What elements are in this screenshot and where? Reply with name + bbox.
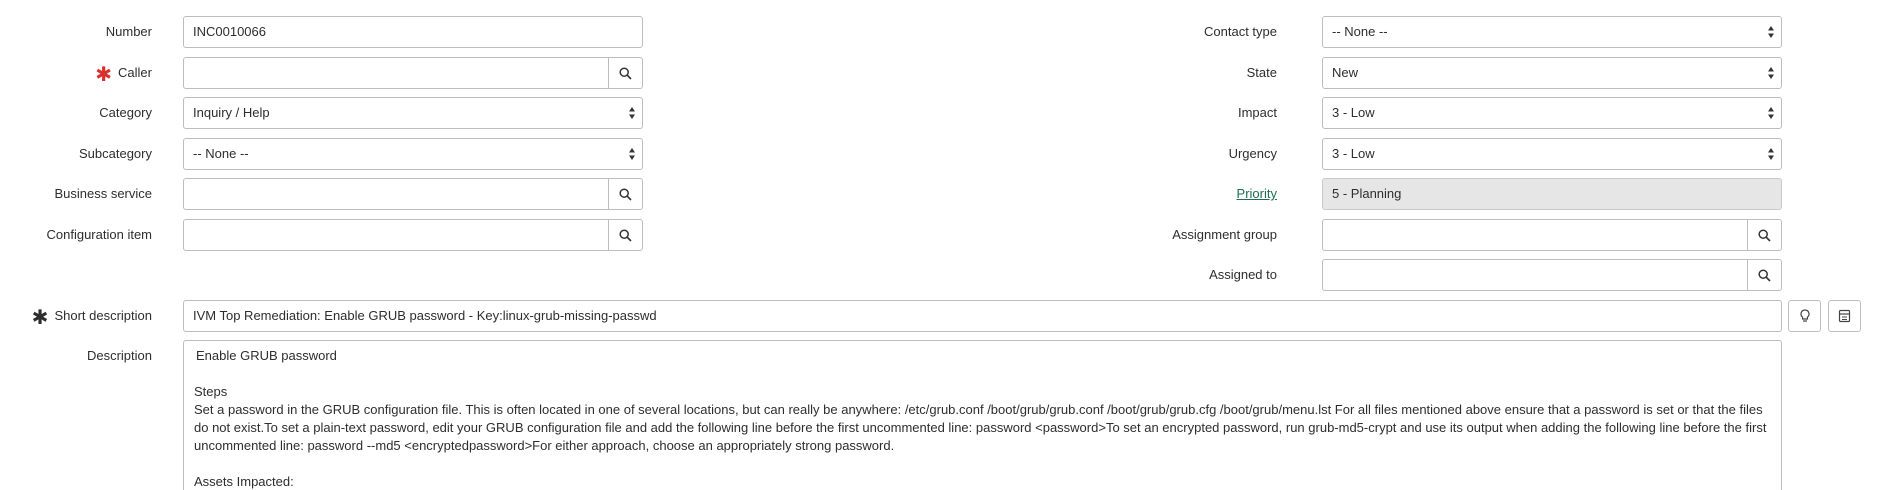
- search-icon: [1758, 268, 1771, 282]
- urgency-select[interactable]: 3 - Low: [1322, 138, 1782, 170]
- description-line: Assets Impacted:: [194, 474, 294, 489]
- lightbulb-icon: [1799, 309, 1810, 322]
- number-label: Number: [105, 24, 152, 39]
- business-service-lookup-button[interactable]: [608, 179, 642, 209]
- description-line: Set a password in the GRUB configuration…: [194, 402, 1767, 453]
- caller-label: ✱ Caller: [95, 64, 152, 86]
- state-label: State: [1246, 65, 1277, 80]
- assignment-group-lookup-button[interactable]: [1747, 220, 1781, 250]
- description-line: Steps: [194, 384, 228, 399]
- short-description-label: ✱ Short description: [31, 307, 152, 329]
- select-arrows-icon: [1768, 148, 1774, 160]
- contact-type-select[interactable]: -- None --: [1322, 16, 1782, 48]
- caller-lookup-button[interactable]: [608, 58, 642, 88]
- description-textarea[interactable]: Enable GRUB password Steps Set a passwor…: [183, 340, 1782, 490]
- number-value: INC0010066: [193, 24, 266, 39]
- priority-field: 5 - Planning: [1322, 178, 1782, 210]
- priority-label: Priority: [1100, 178, 1277, 210]
- business-service-label: Business service: [54, 186, 152, 201]
- asterisk-icon: ✱: [31, 307, 49, 329]
- subcategory-select[interactable]: -- None --: [183, 138, 643, 170]
- select-arrows-icon: [1768, 26, 1774, 38]
- short-description-input[interactable]: IVM Top Remediation: Enable GRUB passwor…: [183, 300, 1782, 332]
- business-service-field[interactable]: [183, 178, 643, 210]
- impact-label: Impact: [1237, 105, 1277, 120]
- urgency-label: Urgency: [1228, 146, 1277, 161]
- select-arrows-icon: [629, 148, 635, 160]
- assignment-group-field[interactable]: [1322, 219, 1782, 251]
- select-arrows-icon: [1768, 107, 1774, 119]
- assigned-to-field[interactable]: [1322, 259, 1782, 291]
- configuration-item-field[interactable]: [183, 219, 643, 251]
- select-arrows-icon: [1768, 67, 1774, 79]
- description-label: Description: [86, 348, 152, 363]
- suggestion-button[interactable]: [1788, 300, 1821, 332]
- assigned-to-label: Assigned to: [1209, 267, 1277, 282]
- search-icon: [619, 66, 632, 80]
- asterisk-icon: ✱: [95, 64, 113, 86]
- description-line: Enable GRUB password: [196, 348, 337, 363]
- incident-form: Number INC0010066 ✱ Caller Category Inqui…: [0, 0, 1883, 490]
- select-arrows-icon: [629, 107, 635, 119]
- contact-type-label: Contact type: [1204, 24, 1277, 39]
- category-label: Category: [99, 105, 152, 120]
- search-icon: [619, 187, 632, 201]
- configuration-item-lookup-button[interactable]: [608, 220, 642, 250]
- number-field[interactable]: INC0010066: [183, 16, 643, 48]
- priority-link[interactable]: Priority: [1237, 186, 1277, 201]
- template-button[interactable]: [1828, 300, 1861, 332]
- assignment-group-label: Assignment group: [1172, 227, 1277, 242]
- configuration-item-label: Configuration item: [46, 227, 153, 242]
- state-select[interactable]: New: [1322, 57, 1782, 89]
- search-icon: [1758, 228, 1771, 242]
- subcategory-label: Subcategory: [79, 146, 152, 161]
- category-select[interactable]: Inquiry / Help: [183, 97, 643, 129]
- search-icon: [619, 228, 632, 242]
- assigned-to-lookup-button[interactable]: [1747, 260, 1781, 290]
- template-icon: [1838, 309, 1851, 323]
- impact-select[interactable]: 3 - Low: [1322, 97, 1782, 129]
- caller-field[interactable]: [183, 57, 643, 89]
